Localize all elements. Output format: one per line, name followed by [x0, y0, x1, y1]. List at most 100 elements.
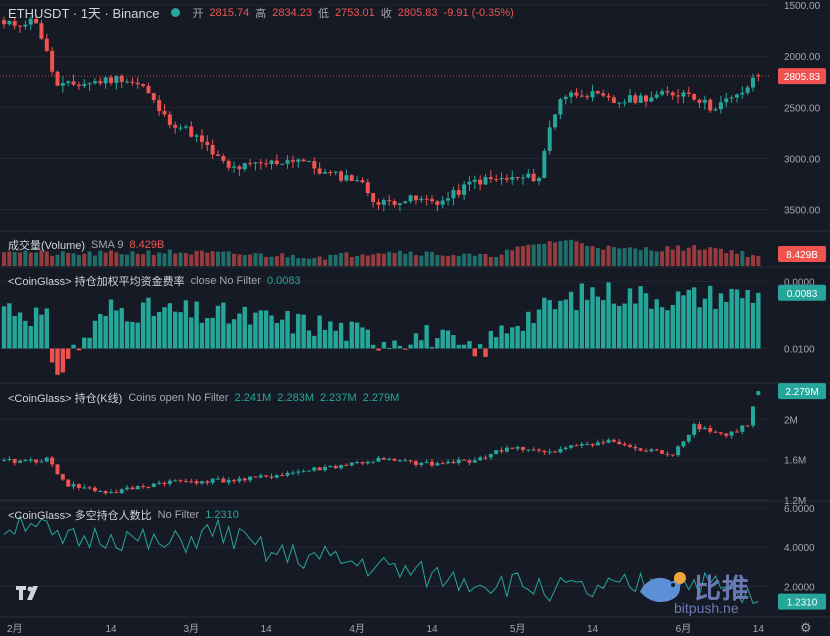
volume-bar [135, 253, 140, 266]
price-candle [55, 71, 60, 86]
funding-bar [456, 344, 461, 349]
volume-bar [462, 253, 467, 266]
x-tick-label: 6月 [676, 623, 692, 635]
oi-candle [547, 451, 552, 453]
oi-legend: <CoinGlass> 持仓(K线) Coins open No Filter … [8, 390, 399, 406]
funding-title[interactable]: <CoinGlass> 持仓加权平均资金费率 [8, 273, 185, 289]
volume-bar [392, 252, 397, 266]
oi-candle [141, 486, 146, 488]
funding-bar [654, 299, 659, 349]
oi-candle [595, 442, 600, 446]
funding-bar [750, 302, 756, 349]
funding-bar [590, 287, 595, 349]
oi-candle [472, 460, 477, 463]
funding-bar [76, 348, 82, 351]
price-candle [280, 163, 285, 165]
funding-bar [542, 297, 547, 349]
oi-candle [269, 476, 274, 478]
funding-bar [60, 348, 66, 373]
price-candle [114, 75, 119, 83]
funding-bar [740, 298, 745, 349]
volume-bar [339, 252, 344, 266]
oi-candle [264, 475, 269, 477]
funding-bar [681, 295, 686, 349]
volume-bar [173, 253, 178, 266]
volume-bar [531, 244, 536, 266]
price-candle [627, 95, 632, 103]
oi-candle [167, 480, 172, 484]
oi-candle [734, 431, 739, 433]
volume-bar [547, 241, 552, 266]
oi-candle [376, 457, 381, 462]
price-candle [494, 179, 499, 181]
price-candle [71, 81, 76, 85]
volume-bar [413, 255, 418, 266]
oi-tick-label: 2M [784, 415, 798, 426]
volume-bar [419, 255, 424, 266]
oi-title[interactable]: <CoinGlass> 持仓(K线) [8, 390, 122, 406]
price-candle [39, 23, 44, 39]
funding-bar [237, 313, 242, 349]
volume-bar [686, 247, 691, 266]
volume-bar [248, 254, 253, 266]
chart-root[interactable]: 3500.00 3000.00 2500.00 2000.00 1500.00 2805.… [0, 0, 830, 636]
price-candle [403, 201, 408, 204]
oi-candle [199, 481, 204, 484]
oi-candle [488, 454, 493, 458]
funding-bar [328, 321, 333, 349]
funding-bar [494, 337, 499, 349]
oi-candle [590, 443, 595, 446]
oi-candle [312, 467, 317, 471]
volume-bar [670, 249, 675, 266]
funding-bar [146, 297, 151, 349]
funding-tick-label: 0.0100 [784, 344, 815, 355]
funding-bar [108, 299, 114, 349]
ls-title[interactable]: <CoinGlass> 多空持仓人数比 [8, 507, 152, 523]
oi-candle [60, 474, 65, 480]
funding-bar [536, 309, 542, 349]
funding-bar [55, 348, 60, 375]
volume-bar [296, 258, 301, 266]
funding-bar [461, 344, 467, 349]
price-candle [274, 160, 279, 164]
oi-candle [157, 482, 162, 484]
oi-high: 2.283M [277, 392, 314, 404]
symbol-title[interactable]: ETHUSDT · 1天 · Binance [8, 3, 159, 22]
volume-bar [333, 254, 338, 266]
oi-candle [670, 454, 675, 456]
price-candle [226, 160, 231, 168]
oi-candle [520, 447, 525, 450]
funding-bar [322, 329, 328, 349]
price-candle [451, 190, 456, 199]
volume-bar [189, 254, 194, 266]
volume-bar [323, 259, 327, 266]
volume-bar [446, 256, 451, 266]
funding-bar [285, 311, 290, 349]
oi-candle [537, 449, 541, 451]
settings-gear-icon[interactable]: ⚙ [800, 620, 812, 636]
price-candle [119, 75, 124, 82]
volume-bar [87, 251, 92, 266]
funding-bar [702, 298, 708, 349]
volume-bar [317, 256, 322, 266]
oi-candle [183, 481, 188, 483]
volume-bar [216, 251, 220, 266]
volume-bar [103, 252, 108, 266]
price-candle [644, 95, 648, 102]
price-candle [323, 172, 327, 174]
volume-title[interactable]: 成交量(Volume) [8, 237, 85, 253]
funding-bar [370, 344, 376, 349]
price-candle [253, 162, 258, 164]
oi-candle [178, 480, 183, 482]
oi-candle [119, 489, 124, 494]
funding-bar [221, 302, 226, 349]
oi-candle [424, 461, 429, 463]
visibility-dot-icon[interactable] [171, 8, 181, 17]
volume-bar [478, 253, 483, 266]
tradingview-logo-icon[interactable] [14, 578, 42, 606]
volume-bar [141, 254, 146, 266]
funding-bar [579, 283, 584, 349]
price-candle [424, 198, 429, 200]
price-candle [740, 92, 745, 95]
oi-candle [232, 480, 237, 482]
